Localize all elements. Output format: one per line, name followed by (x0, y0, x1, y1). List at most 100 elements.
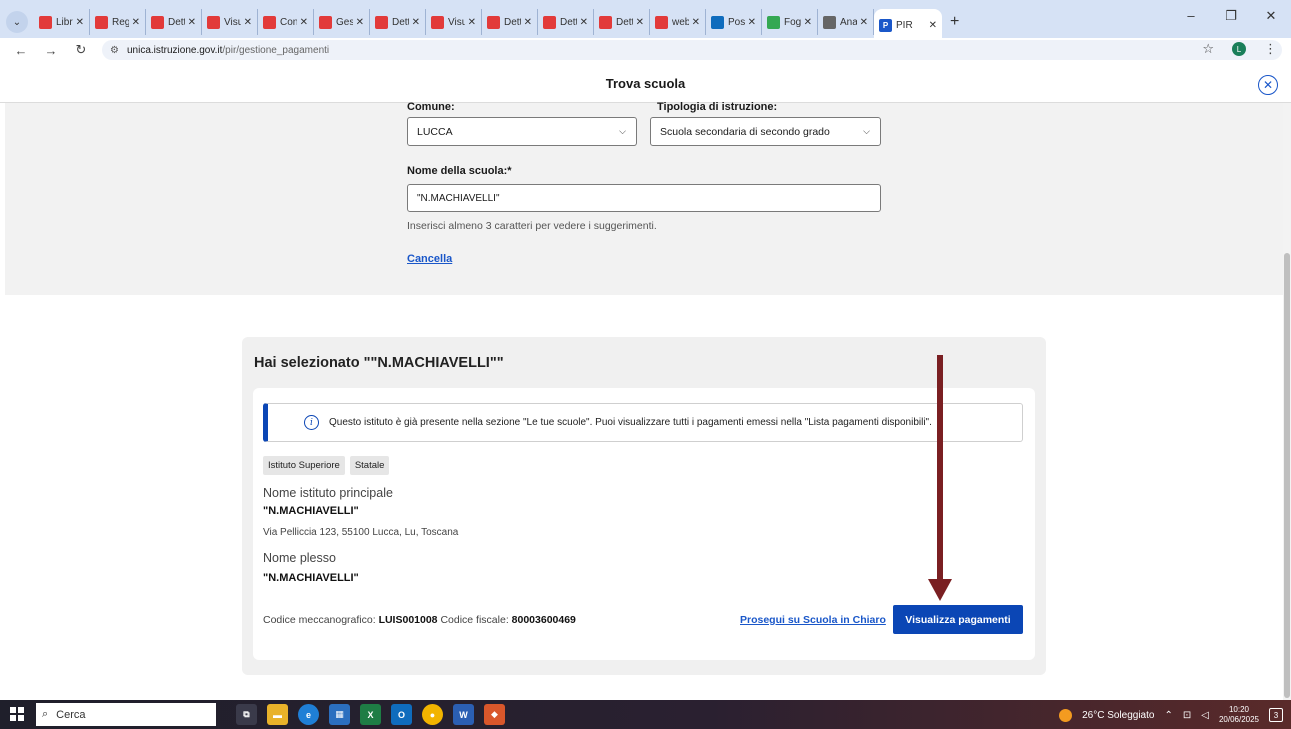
page-scrollbar[interactable] (1283, 103, 1291, 700)
tab-close-icon[interactable]: ✕ (132, 17, 140, 28)
bookmark-star-icon[interactable]: ☆ (1202, 41, 1214, 57)
browser-tab[interactable]: Regist✕ (90, 9, 146, 35)
reload-icon[interactable]: ↻ (72, 42, 90, 58)
browser-tab[interactable]: web.a✕ (650, 9, 706, 35)
taskbar-clock[interactable]: 10:20 20/06/2025 (1219, 705, 1259, 725)
tab-close-icon[interactable]: ✕ (524, 17, 532, 28)
tab-close-icon[interactable]: ✕ (356, 17, 364, 28)
notifications-icon[interactable]: 3 (1269, 708, 1283, 722)
tipologia-select[interactable]: Scuola secondaria di secondo grado ⌵ (650, 117, 881, 146)
tab-favicon-icon (263, 15, 276, 29)
comune-selected-value: LUCCA (417, 125, 453, 138)
browser-tab[interactable]: Gestic✕ (314, 9, 370, 35)
tab-close-icon[interactable]: ✕ (860, 17, 868, 28)
cancel-link[interactable]: Cancella (407, 253, 452, 265)
chevron-down-icon: ⌵ (619, 126, 626, 136)
forward-icon[interactable]: → (42, 43, 60, 58)
info-icon: i (304, 415, 319, 430)
browser-tab[interactable]: Detta✕ (370, 9, 426, 35)
browser-tab[interactable]: Consu✕ (258, 9, 314, 35)
tab-title: Gestic (336, 16, 353, 28)
tab-close-icon[interactable]: ✕ (244, 17, 252, 28)
browser-tab-active[interactable]: P PIR ✕ (874, 9, 942, 41)
browser-tab[interactable]: Visual✕ (426, 9, 482, 35)
tipologia-selected-value: Scuola secondaria di secondo grado (660, 125, 830, 138)
word-icon[interactable]: W (453, 704, 474, 725)
tipologia-label: Tipologia di istruzione: (657, 101, 778, 113)
browser-menu-icon[interactable]: ⋮ (1264, 41, 1277, 57)
edge-icon[interactable]: e (298, 704, 319, 725)
weather-text[interactable]: 26°C Soleggiato (1082, 710, 1154, 721)
profile-avatar[interactable]: L (1232, 42, 1246, 56)
tab-title: Detta (616, 16, 633, 28)
outlook-icon[interactable]: O (391, 704, 412, 725)
tab-favicon-icon (487, 15, 500, 29)
browser-tab[interactable]: Detta✕ (146, 9, 202, 35)
search-filters: Comune: Tipologia di istruzione: LUCCA ⌵… (5, 101, 1283, 295)
tab-close-icon[interactable]: ✕ (300, 17, 308, 28)
volume-icon[interactable]: ◁ (1201, 710, 1209, 721)
system-tray: 26°C Soleggiato ⌃ ⊡ ◁ 10:20 20/06/2025 3 (1059, 705, 1283, 725)
browser-tab[interactable]: Libri C✕ (34, 9, 90, 35)
modal-header: Trova scuola ✕ (0, 62, 1291, 103)
tag-tipo: Istituto Superiore (263, 456, 345, 475)
store-icon[interactable]: ▦ (329, 704, 350, 725)
browser-tab[interactable]: Visual✕ (202, 9, 258, 35)
tab-close-icon[interactable]: ✕ (76, 17, 84, 28)
maximize-icon[interactable]: ❐ (1211, 8, 1251, 24)
weather-sun-icon[interactable] (1059, 708, 1073, 722)
close-modal-icon[interactable]: ✕ (1258, 75, 1278, 95)
browser-tab[interactable]: Foglio✕ (762, 9, 818, 35)
visualizza-pagamenti-button[interactable]: Visualizza pagamenti (893, 605, 1023, 634)
site-settings-icon[interactable]: ⚙ (110, 45, 119, 56)
url-input[interactable]: ⚙ unica.istruzione.gov.it/pir/gestione_p… (102, 40, 1282, 60)
browser-tab[interactable]: Detta✕ (538, 9, 594, 35)
app-icon[interactable]: ◆ (484, 704, 505, 725)
new-tab-icon[interactable]: + (950, 13, 959, 31)
tab-close-icon[interactable]: ✕ (692, 17, 700, 28)
tab-close-icon[interactable]: ✕ (804, 17, 812, 28)
scuola-in-chiaro-link[interactable]: Prosegui su Scuola in Chiaro (740, 614, 886, 626)
school-tags: Istituto Superiore Statale (263, 456, 390, 475)
tab-close-icon[interactable]: ✕ (412, 17, 420, 28)
tab-close-icon[interactable]: ✕ (188, 17, 196, 28)
windows-start-icon[interactable] (10, 707, 24, 721)
tab-search-icon[interactable]: ⌄ (6, 11, 28, 33)
tab-title: Consu (280, 16, 297, 28)
browser-tab[interactable]: Detta✕ (482, 9, 538, 35)
back-icon[interactable]: ← (12, 43, 30, 58)
chevron-down-icon: ⌵ (863, 126, 870, 136)
taskbar-search-input[interactable]: ⌕ Cerca (36, 703, 216, 726)
clock-date: 20/06/2025 (1218, 715, 1259, 724)
codice-meccanografico-value: LUIS001008 (378, 614, 438, 626)
tray-chevron-icon[interactable]: ⌃ (1164, 710, 1172, 721)
tab-close-icon[interactable]: ✕ (468, 17, 476, 28)
task-view-icon[interactable]: ⧉ (236, 704, 257, 725)
tab-close-icon[interactable]: ✕ (580, 17, 588, 28)
istituto-label: Nome istituto principale (263, 486, 393, 500)
scrollbar-thumb[interactable] (1284, 253, 1290, 698)
tab-favicon-icon (207, 15, 220, 29)
excel-icon[interactable]: X (360, 704, 381, 725)
tab-title: web.a (672, 16, 689, 28)
minimize-icon[interactable]: – (1171, 8, 1211, 24)
close-window-icon[interactable]: ✕ (1251, 8, 1291, 24)
browser-tab[interactable]: Anagr✕ (818, 9, 874, 35)
file-explorer-icon[interactable]: ▬ (267, 704, 288, 725)
windows-taskbar: ⌕ Cerca ⧉ ▬ e ▦ X O ● W ◆ 26°C Soleggiat… (0, 700, 1291, 729)
comune-label: Comune: (407, 101, 455, 113)
info-alert-text: Questo istituto è già presente nella sez… (329, 417, 932, 428)
tab-close-icon[interactable]: ✕ (748, 17, 756, 28)
comune-select[interactable]: LUCCA ⌵ (407, 117, 637, 146)
browser-tab[interactable]: Detta✕ (594, 9, 650, 35)
tab-favicon-icon (39, 15, 52, 29)
network-icon[interactable]: ⊡ (1183, 710, 1191, 721)
chrome-icon[interactable]: ● (422, 704, 443, 725)
tab-close-icon[interactable]: ✕ (929, 20, 937, 31)
school-codes: Codice meccanografico: LUIS001008 Codice… (263, 614, 576, 626)
nome-scuola-input[interactable]: "N.MACHIAVELLI" (407, 184, 881, 212)
url-path: /pir/gestione_pagamenti (222, 44, 330, 56)
clock-time: 10:20 (1228, 705, 1249, 714)
tab-close-icon[interactable]: ✕ (636, 17, 644, 28)
browser-tab[interactable]: Posta✕ (706, 9, 762, 35)
